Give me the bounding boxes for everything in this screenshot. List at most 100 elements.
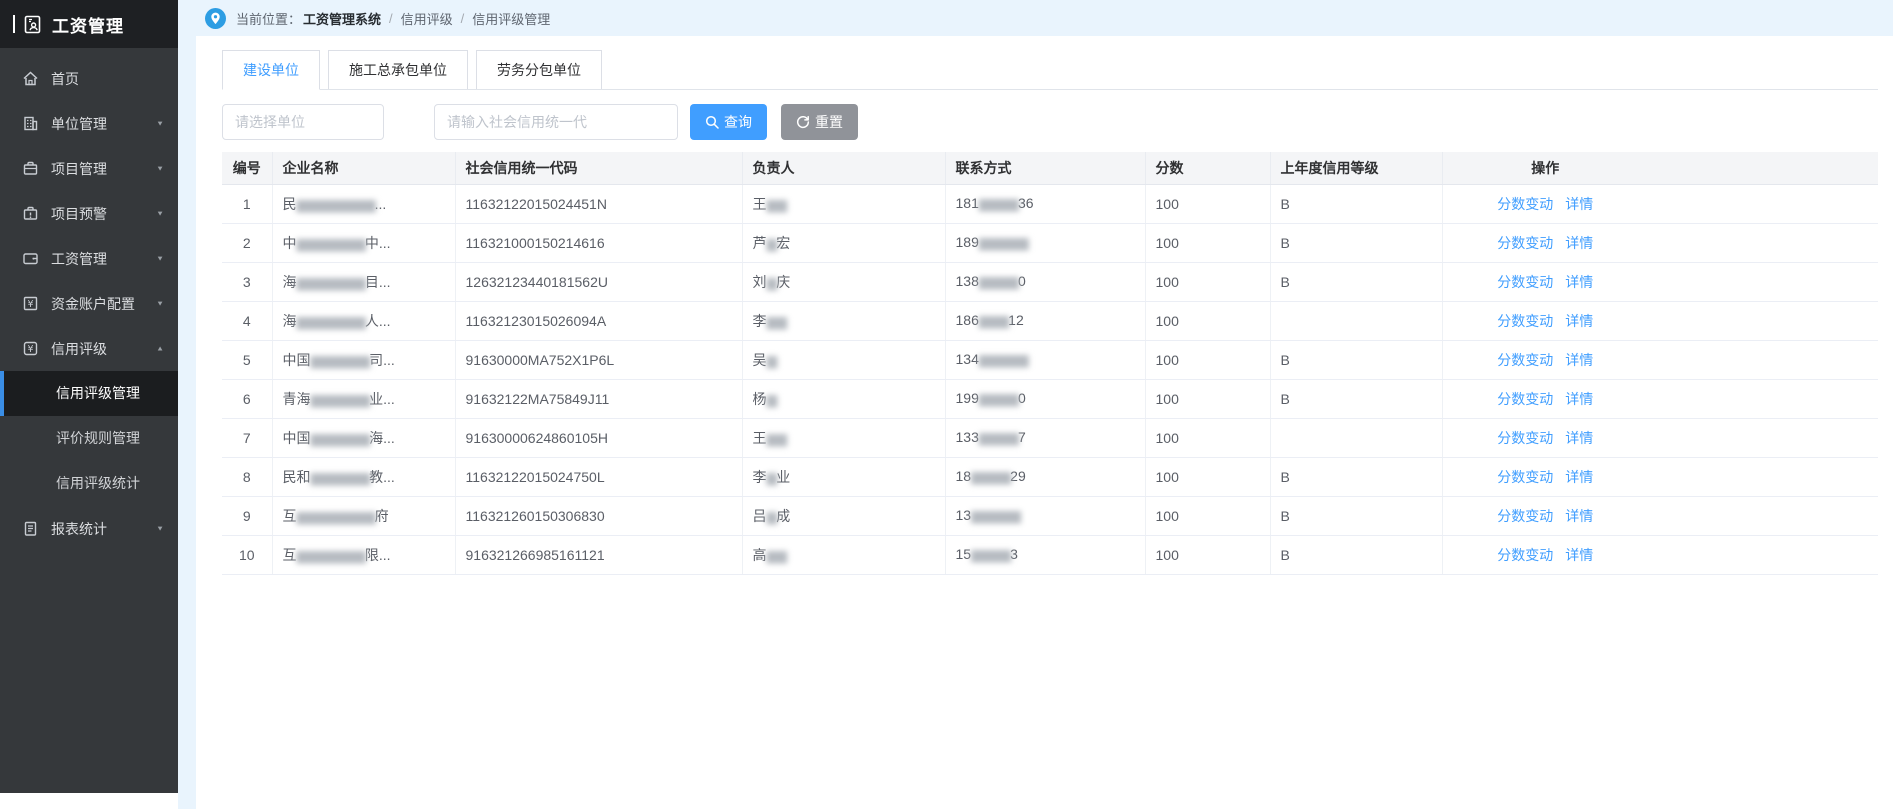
redacted-text: ▆▆: [767, 547, 787, 563]
cell-actions: 分数变动详情: [1442, 223, 1648, 262]
sidebar-item-project-warning[interactable]: 项目预警▼: [0, 191, 178, 236]
search-button-label: 查询: [724, 112, 752, 132]
cell-no: 3: [222, 262, 272, 301]
cell-grade: B: [1270, 457, 1442, 496]
visible-text: 12: [1008, 312, 1024, 328]
search-button[interactable]: 查询: [690, 104, 767, 140]
cell-grade: [1270, 301, 1442, 340]
visible-text: 中国: [283, 430, 311, 446]
score-change-link[interactable]: 分数变动: [1497, 196, 1553, 212]
sidebar-subitem-evaluation-rule-management[interactable]: 评价规则管理: [0, 416, 178, 461]
score-change-link[interactable]: 分数变动: [1497, 235, 1553, 251]
breadcrumb-item-credit-rating-management[interactable]: 信用评级管理: [472, 9, 550, 28]
refresh-icon: [796, 115, 810, 129]
cell-company-name: 互▆▆▆▆▆▆▆限...: [272, 535, 455, 574]
cell-credit-code: 11632123015026094A: [455, 301, 742, 340]
cell-actions: 分数变动详情: [1442, 262, 1648, 301]
sidebar-item-home[interactable]: 首页: [0, 56, 178, 101]
reset-button[interactable]: 重置: [781, 104, 858, 140]
tab-construction-unit[interactable]: 建设单位: [222, 50, 320, 90]
app-title: 工资管理: [52, 12, 124, 37]
detail-link[interactable]: 详情: [1565, 508, 1593, 524]
sidebar-item-project-management[interactable]: 项目管理 ▼: [0, 146, 178, 191]
score-change-link[interactable]: 分数变动: [1497, 469, 1553, 485]
breadcrumb-root[interactable]: 工资管理系统: [303, 9, 381, 28]
visible-text: 王: [753, 430, 767, 446]
sidebar-item-credit-rating[interactable]: ¥信用评级▲: [0, 326, 178, 371]
table-row: 4海▆▆▆▆▆▆▆人...11632123015026094A李▆▆186▆▆▆…: [222, 301, 1878, 340]
table-row: 6青海▆▆▆▆▆▆业...91632122MA75849J11杨▆199▆▆▆▆…: [222, 379, 1878, 418]
redacted-text: ▆▆▆▆: [971, 468, 1010, 484]
unit-select[interactable]: [222, 104, 384, 140]
home-icon: [22, 70, 39, 87]
detail-link[interactable]: 详情: [1565, 196, 1593, 212]
left-gutter: [178, 36, 196, 809]
score-change-link[interactable]: 分数变动: [1497, 508, 1553, 524]
sidebar-subitem-credit-rating-statistics[interactable]: 信用评级统计: [0, 461, 178, 506]
cell-no: 8: [222, 457, 272, 496]
detail-link[interactable]: 详情: [1565, 469, 1593, 485]
score-change-link[interactable]: 分数变动: [1497, 274, 1553, 290]
redacted-text: ▆: [767, 391, 777, 407]
chevron-down-icon: ▼: [156, 165, 164, 173]
score-change-link[interactable]: 分数变动: [1497, 391, 1553, 407]
score-change-link[interactable]: 分数变动: [1497, 547, 1553, 563]
visible-text: 司...: [369, 352, 395, 368]
cell-no: 6: [222, 379, 272, 418]
yen-badge-icon: ¥: [22, 340, 39, 357]
breadcrumb-item-credit-rating[interactable]: 信用评级: [401, 9, 453, 28]
cell-actions: 分数变动详情: [1442, 340, 1648, 379]
visible-text: 134: [956, 351, 979, 367]
cell-actions: 分数变动详情: [1442, 301, 1648, 340]
column-header: 联系方式: [945, 152, 1145, 184]
detail-link[interactable]: 详情: [1565, 274, 1593, 290]
building-icon: [22, 115, 39, 132]
visible-text: 海: [283, 274, 297, 290]
cell-phone: 18▆▆▆▆29: [945, 457, 1145, 496]
cell-score: 100: [1145, 535, 1270, 574]
redacted-text: ▆▆▆▆: [971, 546, 1010, 562]
credit-code-input[interactable]: [434, 104, 678, 140]
sidebar-item-salary-management[interactable]: 工资管理▼: [0, 236, 178, 281]
score-change-link[interactable]: 分数变动: [1497, 352, 1553, 368]
cell-filler: [1648, 223, 1878, 262]
visible-text: 限...: [365, 547, 391, 563]
cell-filler: [1648, 496, 1878, 535]
cell-filler: [1648, 184, 1878, 223]
cell-credit-code: 11632122015024750L: [455, 457, 742, 496]
sidebar-item-unit-management[interactable]: 单位管理▼: [0, 101, 178, 146]
redacted-text: ▆▆▆▆▆▆▆▆: [297, 196, 375, 212]
table-row: 8民和▆▆▆▆▆▆教...11632122015024750L李▆业18▆▆▆▆…: [222, 457, 1878, 496]
visible-text: 教...: [369, 469, 395, 485]
cell-filler: [1648, 340, 1878, 379]
score-change-link[interactable]: 分数变动: [1497, 430, 1553, 446]
cell-company-name: 中▆▆▆▆▆▆▆中...: [272, 223, 455, 262]
score-change-link[interactable]: 分数变动: [1497, 313, 1553, 329]
detail-link[interactable]: 详情: [1565, 352, 1593, 368]
visible-text: 3: [1010, 546, 1018, 562]
cell-person: 王▆▆: [742, 184, 945, 223]
redacted-text: ▆▆▆▆: [979, 273, 1018, 289]
sidebar-item-report-statistics[interactable]: 报表统计▼: [0, 506, 178, 551]
detail-link[interactable]: 详情: [1565, 430, 1593, 446]
sidebar-item-label: 项目管理: [51, 159, 150, 179]
redacted-text: ▆: [767, 469, 777, 485]
sidebar-subitem-credit-rating-management[interactable]: 信用评级管理: [0, 371, 178, 416]
tab-bar: 建设单位施工总承包单位劳务分包单位: [222, 50, 1878, 90]
cell-actions: 分数变动详情: [1442, 457, 1648, 496]
visible-text: 业: [776, 469, 790, 485]
cell-actions: 分数变动详情: [1442, 535, 1648, 574]
sidebar-item-fund-account-config[interactable]: ¥资金账户配置▼: [0, 281, 178, 326]
detail-link[interactable]: 详情: [1565, 235, 1593, 251]
cell-person: 吕▆成: [742, 496, 945, 535]
sidebar-nav: 首页单位管理▼项目管理▼项目预警▼工资管理▼¥资金账户配置▼¥信用评级▲信用评级…: [0, 48, 178, 551]
column-header: 负责人: [742, 152, 945, 184]
tab-labor-subcontract-unit[interactable]: 劳务分包单位: [476, 50, 602, 89]
tab-general-contractor-unit[interactable]: 施工总承包单位: [328, 50, 468, 89]
detail-link[interactable]: 详情: [1565, 391, 1593, 407]
sidebar-bottom-spacer: [0, 793, 178, 809]
detail-link[interactable]: 详情: [1565, 547, 1593, 563]
cell-credit-code: 11632122015024451N: [455, 184, 742, 223]
cell-company-name: 民和▆▆▆▆▆▆教...: [272, 457, 455, 496]
detail-link[interactable]: 详情: [1565, 313, 1593, 329]
